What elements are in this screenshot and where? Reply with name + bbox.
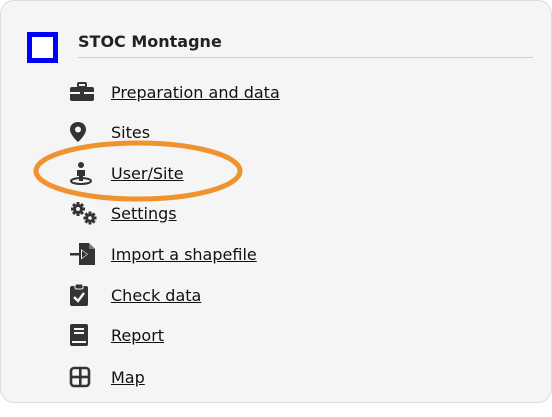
- menu-item-label[interactable]: Report: [111, 326, 164, 345]
- menu-item-label[interactable]: User/Site: [111, 164, 184, 183]
- menu-item-label[interactable]: Map: [111, 368, 145, 387]
- menu-item-label[interactable]: Preparation and data: [111, 83, 280, 102]
- menu-item-settings[interactable]: Settings: [69, 201, 177, 225]
- grid-map-icon: [69, 365, 99, 389]
- toolbox-icon: [69, 80, 99, 104]
- menu-panel: STOC Montagne Preparation and data Sites: [0, 0, 552, 403]
- menu-item-check-data[interactable]: Check data: [69, 283, 201, 307]
- menu-item-user-site[interactable]: User/Site: [69, 161, 184, 185]
- menu-item-map[interactable]: Map: [69, 365, 145, 389]
- menu-item-import-shapefile[interactable]: Import a shapefile: [69, 242, 257, 266]
- menu-item-report[interactable]: Report: [69, 323, 164, 347]
- panel-title: STOC Montagne: [78, 32, 222, 51]
- gears-icon: [69, 201, 99, 225]
- book-icon: [69, 323, 99, 347]
- menu-item-sites[interactable]: Sites: [69, 120, 150, 144]
- clipboard-check-icon: [69, 283, 99, 307]
- app-logo-square: [27, 32, 58, 63]
- header-divider: [78, 57, 533, 58]
- file-import-icon: [69, 242, 99, 266]
- menu-item-label[interactable]: Import a shapefile: [111, 245, 257, 264]
- user-location-icon: [69, 161, 99, 185]
- menu-item-label[interactable]: Check data: [111, 286, 201, 305]
- menu-item-label[interactable]: Sites: [111, 123, 150, 142]
- map-pin-icon: [69, 120, 99, 144]
- menu-item-preparation-and-data[interactable]: Preparation and data: [69, 80, 280, 104]
- menu-item-label[interactable]: Settings: [111, 204, 177, 223]
